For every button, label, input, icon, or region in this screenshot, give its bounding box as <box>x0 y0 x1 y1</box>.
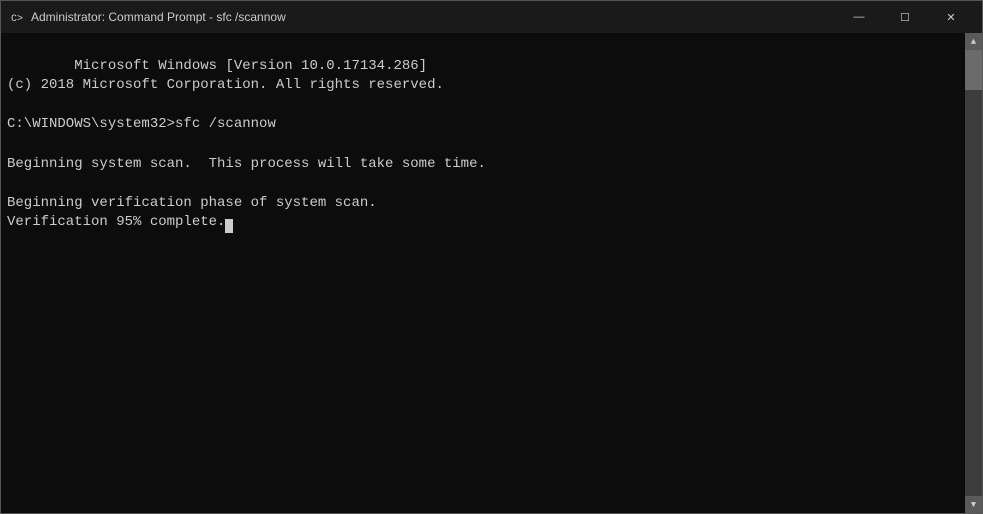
scroll-up-button[interactable]: ▲ <box>965 33 982 50</box>
console-area[interactable]: Microsoft Windows [Version 10.0.17134.28… <box>1 33 965 513</box>
line-6: Beginning system scan. This process will… <box>7 156 486 172</box>
line-8: Beginning verification phase of system s… <box>7 195 377 211</box>
minimize-button[interactable]: — <box>836 1 882 33</box>
title-bar: C> Administrator: Command Prompt - sfc /… <box>1 1 982 33</box>
scroll-down-button[interactable]: ▼ <box>965 496 982 513</box>
cursor-blink <box>225 219 233 233</box>
console-output: Microsoft Windows [Version 10.0.17134.28… <box>7 37 961 253</box>
svg-text:C>: C> <box>11 14 23 24</box>
window-title: Administrator: Command Prompt - sfc /sca… <box>31 10 836 24</box>
scrollbar-thumb[interactable] <box>965 50 982 90</box>
window-body: Microsoft Windows [Version 10.0.17134.28… <box>1 33 982 513</box>
cmd-window-icon: C> <box>9 9 25 25</box>
window-controls: — ☐ ✕ <box>836 1 974 33</box>
close-button[interactable]: ✕ <box>928 1 974 33</box>
line-9: Verification 95% complete. <box>7 214 225 230</box>
line-1: Microsoft Windows [Version 10.0.17134.28… <box>74 58 427 74</box>
scrollbar-track[interactable] <box>965 50 982 496</box>
line-4: C:\WINDOWS\system32>sfc /scannow <box>7 116 276 132</box>
vertical-scrollbar: ▲ ▼ <box>965 33 982 513</box>
maximize-button[interactable]: ☐ <box>882 1 928 33</box>
line-2: (c) 2018 Microsoft Corporation. All righ… <box>7 77 444 93</box>
cmd-window: C> Administrator: Command Prompt - sfc /… <box>0 0 983 514</box>
